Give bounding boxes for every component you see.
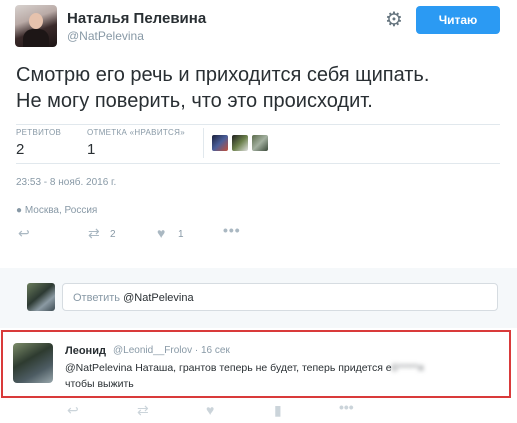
author-name[interactable]: Наталья Пелевина bbox=[67, 10, 206, 27]
current-user-avatar[interactable] bbox=[27, 283, 55, 311]
reply-icon[interactable]: ↩ bbox=[18, 225, 30, 242]
stats-divider bbox=[203, 128, 204, 158]
reply-placeholder-mention: @NatPelevina bbox=[123, 292, 194, 304]
reply-icon[interactable]: ↩ bbox=[67, 402, 79, 419]
tweet-location[interactable]: ● Москва, Россия bbox=[16, 205, 97, 216]
reply-text-censored: б*****я bbox=[391, 362, 424, 374]
tweet-timestamp[interactable]: 23:53 - 8 нояб. 2016 г. bbox=[16, 177, 116, 188]
reply-input[interactable]: Ответить @NatPelevina bbox=[62, 283, 498, 311]
like-icon[interactable]: ♥ bbox=[157, 225, 165, 241]
likes-count: 1 bbox=[87, 141, 96, 158]
retweets-count: 2 bbox=[16, 141, 25, 158]
location-label: Москва, Россия bbox=[24, 205, 98, 216]
location-pin-icon: ● bbox=[16, 205, 23, 216]
retweet-count: 2 bbox=[110, 229, 116, 240]
retweet-icon[interactable]: ⇄ bbox=[88, 225, 100, 242]
follow-button[interactable]: Читаю bbox=[416, 6, 500, 34]
gear-icon[interactable]: ⚙ bbox=[383, 9, 405, 31]
author-handle[interactable]: @NatPelevina bbox=[67, 29, 144, 43]
tweet-text-line: Не могу поверить, что это происходит. bbox=[16, 90, 373, 112]
divider bbox=[16, 163, 500, 164]
author-avatar[interactable] bbox=[15, 5, 57, 47]
retweets-label: РЕТВИТОВ bbox=[16, 128, 62, 137]
like-count: 1 bbox=[178, 229, 184, 240]
more-icon[interactable]: ••• bbox=[339, 399, 354, 415]
divider bbox=[16, 124, 500, 125]
likes-label: ОТМЕТКА «НРАВИТСЯ» bbox=[87, 128, 185, 137]
reply-author-meta[interactable]: @Leonid__Frolov · 16 сек bbox=[113, 345, 230, 356]
liker-avatar[interactable] bbox=[252, 135, 268, 151]
tweet-text: Смотрю его речь и приходится себя щипать… bbox=[16, 62, 506, 114]
reply-author-name[interactable]: Леонид bbox=[65, 345, 106, 357]
more-icon[interactable]: ••• bbox=[223, 222, 241, 238]
reply-text: @NatPelevina Наташа, грантов теперь не б… bbox=[65, 360, 505, 392]
reply-text-main: @NatPelevina Наташа, грантов теперь не б… bbox=[65, 362, 392, 374]
retweet-icon[interactable]: ⇄ bbox=[137, 402, 149, 419]
reply-placeholder-prefix: Ответить bbox=[73, 292, 121, 304]
reply-time: · 16 сек bbox=[194, 345, 230, 356]
liker-avatar[interactable] bbox=[212, 135, 228, 151]
reply-author-avatar[interactable] bbox=[13, 343, 53, 383]
reply-author-handle: @Leonid__Frolov bbox=[113, 345, 193, 356]
analytics-icon[interactable]: ▮ bbox=[274, 402, 282, 419]
retweets-stat[interactable]: РЕТВИТОВ 2 bbox=[16, 128, 61, 158]
reply-text-line2: чтобы выжить bbox=[65, 378, 134, 390]
tweet-text-line: Смотрю его речь и приходится себя щипать… bbox=[16, 64, 430, 86]
like-icon[interactable]: ♥ bbox=[206, 402, 214, 418]
likes-stat[interactable]: ОТМЕТКА «НРАВИТСЯ» 1 bbox=[87, 128, 185, 158]
liker-avatar[interactable] bbox=[232, 135, 248, 151]
